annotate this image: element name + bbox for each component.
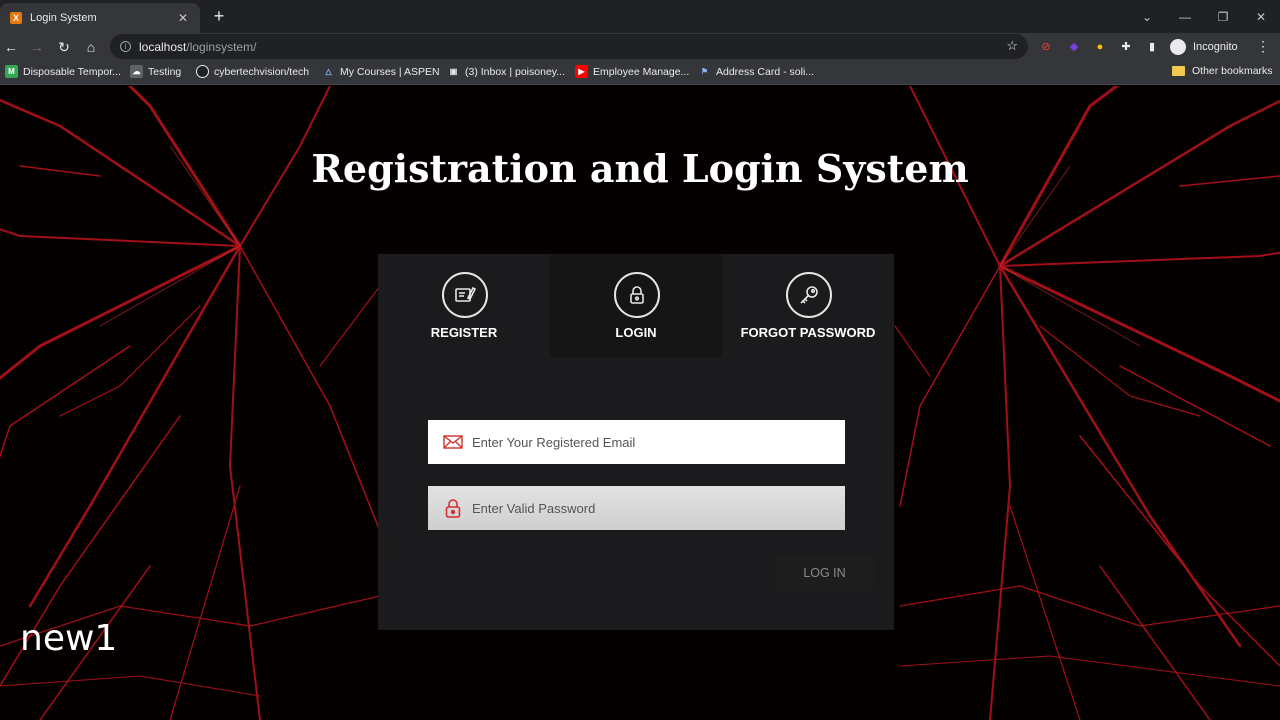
padlock-icon — [436, 498, 470, 518]
aspen-icon: △ — [325, 67, 332, 76]
extension-icon[interactable]: ◆ — [1066, 39, 1082, 55]
tab-login[interactable]: LOGIN — [550, 254, 722, 357]
flag-icon: ⚑ — [700, 67, 709, 76]
folder-icon — [1172, 66, 1185, 76]
mail-icon: ▣ — [449, 67, 458, 76]
tab-forgot-password[interactable]: FORGOT PASSWORD — [722, 254, 894, 357]
adblock-extension-icon[interactable]: ⊘ — [1038, 39, 1054, 55]
address-bar[interactable]: i localhost/loginsystem/ ☆ — [110, 34, 1028, 59]
bookmark-favicon-icon: M — [5, 65, 18, 78]
incognito-icon — [1170, 38, 1186, 55]
bookmark-item[interactable]: △ My Courses | ASPEN — [322, 65, 440, 78]
bookmark-label: Employee Manage... — [593, 65, 690, 78]
auth-panel: REGISTER LOGIN FORGOT PASSWORD Enter You… — [378, 254, 894, 630]
youtube-icon: ▶ — [575, 65, 588, 78]
back-icon[interactable]: ← — [1, 37, 21, 57]
close-window-button[interactable]: ✕ — [1242, 10, 1280, 24]
bookmark-item[interactable]: ⚑ Address Card - soli... — [698, 65, 814, 78]
lock-icon — [614, 272, 660, 318]
bookmark-label: cybertechvision/tech — [214, 65, 310, 78]
tab-search-icon[interactable]: ⌄ — [1128, 10, 1166, 24]
tab-login-label: LOGIN — [615, 325, 657, 340]
incognito-badge[interactable]: Incognito — [1170, 36, 1238, 57]
minimize-button[interactable]: — — [1166, 10, 1204, 24]
side-panel-icon[interactable]: ▮ — [1144, 39, 1160, 55]
extension-icon[interactable]: ● — [1092, 39, 1108, 55]
other-bookmarks-label: Other bookmarks — [1192, 65, 1273, 77]
bookmark-label: Disposable Tempor... — [23, 65, 121, 78]
bookmark-favicon-icon: ☁ — [130, 65, 143, 78]
browser-toolbar: ← → ↻ ⌂ i localhost/loginsystem/ ☆ ⊘ ◆ ●… — [0, 33, 1280, 60]
restore-button[interactable]: ❐ — [1204, 10, 1242, 24]
email-field[interactable] — [428, 420, 845, 464]
bookmark-item[interactable]: M Disposable Tempor... — [5, 65, 121, 78]
extensions-puzzle-icon[interactable]: ✚ — [1118, 39, 1134, 55]
browser-tab[interactable]: X Login System ✕ — [0, 3, 200, 33]
url-path: /loginsystem/ — [186, 39, 257, 54]
tab-title: Login System — [30, 12, 97, 24]
envelope-icon — [436, 435, 470, 449]
tab-forgot-password-label: FORGOT PASSWORD — [740, 325, 876, 340]
bookmark-star-icon[interactable]: ☆ — [1006, 38, 1018, 54]
github-icon — [196, 65, 209, 78]
login-button[interactable]: LOG IN — [775, 555, 874, 591]
window-controls: ⌄ — ❐ ✕ — [1128, 0, 1280, 33]
page-title: Registration and Login System — [311, 146, 969, 191]
tab-close-icon[interactable]: ✕ — [176, 11, 190, 25]
home-icon[interactable]: ⌂ — [81, 37, 101, 57]
browser-menu-icon[interactable]: ⋮ — [1256, 38, 1270, 55]
other-bookmarks[interactable]: Other bookmarks — [1172, 65, 1273, 77]
password-field[interactable] — [428, 486, 845, 530]
bookmarks-bar: M Disposable Tempor... ☁ Testing cyberte… — [0, 60, 1280, 85]
bookmark-label: Testing — [148, 65, 182, 78]
bookmark-label: (3) Inbox | poisoney... — [465, 65, 566, 78]
tab-favicon-icon: X — [10, 12, 22, 24]
bookmark-item[interactable]: ☁ Testing — [130, 65, 181, 78]
tab-register-label: REGISTER — [430, 325, 498, 340]
overlay-text: new1 — [20, 618, 118, 659]
reload-icon[interactable]: ↻ — [54, 37, 74, 57]
new-tab-button[interactable]: + — [209, 6, 229, 26]
page-content: Registration and Login System REGISTER L… — [0, 86, 1280, 720]
bookmark-item[interactable]: cybertechvision/tech — [196, 65, 309, 78]
bookmark-item[interactable]: ▣ (3) Inbox | poisoney... — [447, 65, 565, 78]
browser-tabstrip: X Login System ✕ + ⌄ — ❐ ✕ — [0, 0, 1280, 33]
password-input[interactable] — [470, 487, 845, 529]
bookmark-item[interactable]: ▶ Employee Manage... — [575, 65, 689, 78]
site-info-icon[interactable]: i — [120, 41, 131, 52]
incognito-label: Incognito — [1193, 40, 1238, 53]
email-input[interactable] — [470, 421, 845, 463]
forward-icon[interactable]: → — [27, 37, 47, 57]
auth-tabs: REGISTER LOGIN FORGOT PASSWORD — [378, 254, 894, 357]
tab-register[interactable]: REGISTER — [378, 254, 550, 357]
url-host: localhost — [139, 39, 187, 54]
bookmark-label: My Courses | ASPEN — [340, 65, 440, 78]
key-icon — [786, 272, 832, 318]
register-icon — [442, 272, 488, 318]
bookmark-label: Address Card - soli... — [716, 65, 815, 78]
